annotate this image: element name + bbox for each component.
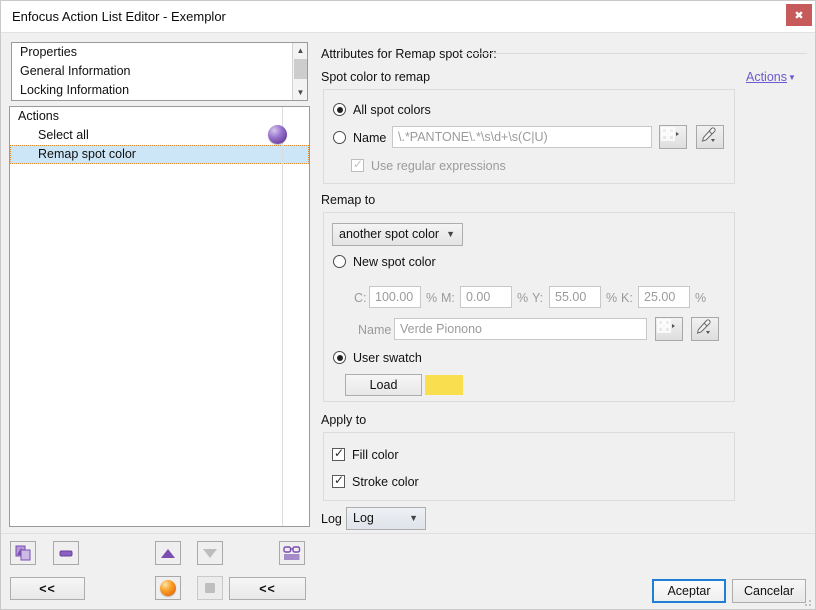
properties-list[interactable]: Properties General Information Locking I… — [11, 42, 308, 101]
remap-mode-select[interactable]: another spot color ▼ — [332, 223, 463, 246]
magenta-unit: % — [517, 291, 529, 305]
actions-list-header: Actions — [18, 109, 59, 123]
list-item[interactable]: General Information — [12, 62, 307, 81]
black-unit: % — [695, 291, 707, 305]
list-item[interactable]: Properties — [12, 43, 307, 62]
duplicate-action-button[interactable] — [10, 541, 36, 565]
scrollbar-thumb[interactable] — [294, 59, 307, 79]
radio-name[interactable] — [333, 131, 346, 144]
square-icon — [205, 583, 215, 593]
list-item[interactable]: Select all — [10, 126, 309, 145]
enabled-sphere-icon — [160, 580, 176, 596]
load-swatch-button[interactable]: Load — [345, 374, 422, 396]
new-spot-color-label: New spot color — [353, 255, 436, 269]
collapse-right-button[interactable]: << — [229, 577, 306, 600]
list-item[interactable]: Remap spot color — [10, 145, 309, 164]
resize-grip[interactable] — [802, 597, 812, 607]
user-swatch-preview[interactable] — [425, 375, 463, 395]
spot-name-pattern-input[interactable]: \.*PANTONE\.*\s\d+\s(C|U) — [392, 126, 652, 148]
yellow-input[interactable]: 55.00 — [549, 286, 601, 308]
swatch-picker-button[interactable] — [659, 125, 687, 149]
eyedropper-icon — [696, 319, 711, 334]
remap-to-label: Remap to — [321, 193, 376, 207]
black-label: K: — [621, 291, 633, 305]
new-color-eyedropper-button[interactable] — [691, 317, 719, 341]
attributes-title-rule — [459, 53, 807, 54]
radio-user-swatch[interactable] — [333, 351, 346, 364]
triangle-down-icon — [203, 548, 217, 558]
cyan-label: C: — [354, 291, 367, 305]
stroke-color-label: Stroke color — [352, 475, 419, 489]
actions-list-column-divider — [282, 107, 283, 526]
preview-button[interactable] — [279, 541, 305, 565]
glasses-icon — [283, 546, 301, 560]
properties-list-scrollbar[interactable]: ▲ ▼ — [292, 43, 307, 100]
caret-down-icon: ▼ — [788, 73, 796, 83]
minus-icon — [59, 550, 73, 557]
remap-mode-value: another spot color — [339, 227, 440, 241]
all-spot-colors-label: All spot colors — [353, 103, 431, 117]
spot-color-to-remap-label: Spot color to remap — [321, 70, 431, 84]
radio-new-spot-color[interactable] — [333, 255, 346, 268]
stroke-color-checkbox[interactable]: ✓ — [332, 473, 345, 488]
collapse-left-button[interactable]: << — [10, 577, 85, 600]
apply-to-label: Apply to — [321, 413, 367, 427]
window-title: Enfocus Action List Editor - Exemplor — [12, 9, 226, 24]
remove-action-button[interactable] — [53, 541, 79, 565]
chevron-down-icon: ▼ — [446, 229, 455, 239]
name-radio-label: Name — [353, 131, 387, 145]
title-bar: Enfocus Action List Editor - Exemplor ✖ — [1, 1, 815, 33]
check-icon: ✓ — [334, 446, 345, 460]
triangle-up-icon — [161, 548, 175, 558]
log-value: Log — [353, 511, 374, 525]
fill-color-checkbox[interactable]: ✓ — [332, 446, 345, 461]
toolbar-separator — [1, 533, 815, 534]
enable-action-button[interactable] — [155, 576, 181, 600]
spot-color-sphere-icon — [268, 125, 287, 144]
new-color-name-label: Name — [358, 323, 392, 337]
duplicate-pages-icon — [15, 545, 31, 561]
chevron-up-icon[interactable]: ▲ — [293, 43, 308, 58]
radio-all-spot-colors[interactable] — [333, 103, 346, 116]
close-icon[interactable]: ✖ — [786, 4, 812, 26]
cyan-input[interactable]: 100.00 — [369, 286, 421, 308]
user-swatch-label: User swatch — [353, 351, 422, 365]
actions-link-label: Actions — [746, 70, 787, 84]
use-regex-label: Use regular expressions — [371, 159, 506, 173]
fill-color-label: Fill color — [352, 448, 399, 462]
move-up-button[interactable] — [155, 541, 181, 565]
log-select[interactable]: Log ▼ — [346, 507, 426, 530]
yellow-unit: % — [606, 291, 618, 305]
check-icon: ✓ — [353, 157, 364, 171]
apply-to-group — [323, 432, 735, 501]
log-label: Log — [321, 512, 342, 526]
magenta-label: M: — [441, 291, 455, 305]
accept-button[interactable]: Aceptar — [652, 579, 726, 603]
chevron-down-icon: ▼ — [409, 513, 418, 523]
new-color-name-input[interactable]: Verde Pionono — [394, 318, 647, 340]
cyan-unit: % — [426, 291, 438, 305]
check-icon: ✓ — [334, 473, 345, 487]
disable-action-button[interactable] — [197, 576, 223, 600]
eyedropper-button[interactable] — [696, 125, 724, 149]
magenta-input[interactable]: 0.00 — [460, 286, 512, 308]
actions-dropdown-link[interactable]: Actions▼ — [746, 70, 796, 84]
chevron-down-icon[interactable]: ▼ — [293, 85, 308, 100]
black-input[interactable]: 25.00 — [638, 286, 690, 308]
new-color-swatch-picker-button[interactable] — [655, 317, 683, 341]
swatch-grid-icon — [657, 319, 675, 333]
list-item[interactable]: Locking Information — [12, 81, 307, 100]
attributes-title: Attributes for Remap spot color: — [321, 47, 497, 61]
use-regex-checkbox[interactable]: ✓ — [351, 157, 364, 172]
actions-list[interactable]: Actions Select all Remap spot color — [9, 106, 310, 527]
eyedropper-icon — [701, 127, 716, 142]
cancel-button[interactable]: Cancelar — [732, 579, 806, 603]
move-down-button[interactable] — [197, 541, 223, 565]
yellow-label: Y: — [532, 291, 544, 305]
swatch-grid-icon — [661, 127, 679, 141]
action-list-editor-window: Enfocus Action List Editor - Exemplor ✖ … — [0, 0, 816, 610]
